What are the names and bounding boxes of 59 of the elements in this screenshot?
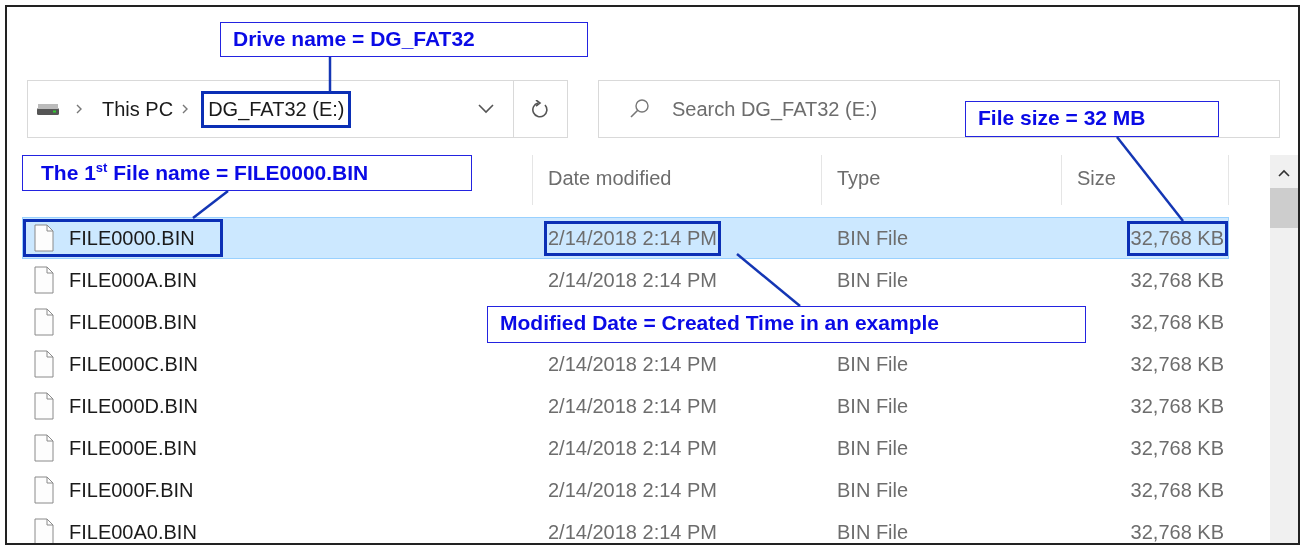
file-icon bbox=[34, 266, 54, 294]
size-text: 32,768 KB bbox=[1129, 477, 1225, 503]
size-text: 32,768 KB bbox=[1129, 267, 1225, 293]
size-text: 32,768 KB bbox=[1129, 435, 1225, 461]
file-name[interactable]: FILE000C.BIN bbox=[69, 352, 198, 376]
file-icon bbox=[34, 308, 54, 336]
file-name[interactable]: FILE000D.BIN bbox=[69, 394, 198, 418]
leader-line bbox=[192, 190, 229, 219]
annotation-callout: Modified Date = Created Time in an example bbox=[487, 306, 1086, 343]
date-text: 2/14/2018 2:14 PM bbox=[547, 267, 718, 293]
column-header[interactable]: Date modified bbox=[533, 155, 822, 205]
type-text: BIN File bbox=[836, 477, 910, 503]
date-text: 2/14/2018 2:14 PM bbox=[547, 435, 718, 461]
type-text: BIN File bbox=[836, 351, 910, 377]
chevron-right-icon bbox=[182, 104, 190, 114]
date-text: 2/14/2018 2:14 PM bbox=[544, 220, 721, 256]
size-text: 32,768 KB bbox=[1129, 351, 1225, 377]
scrollbar[interactable] bbox=[1270, 155, 1298, 543]
size-text: 32,768 KB bbox=[1126, 220, 1228, 256]
file-name[interactable]: FILE000F.BIN bbox=[69, 478, 194, 502]
file-name[interactable]: FILE000E.BIN bbox=[69, 436, 197, 460]
breadcrumb-item[interactable]: This PC bbox=[95, 90, 181, 128]
file-icon bbox=[34, 476, 54, 504]
search-icon bbox=[630, 99, 649, 118]
file-name[interactable]: FILE000A.BIN bbox=[69, 268, 197, 292]
file-icon bbox=[34, 350, 54, 378]
scroll-thumb[interactable] bbox=[1270, 188, 1298, 228]
size-text: 32,768 KB bbox=[1129, 519, 1225, 543]
breadcrumb-item[interactable]: DG_FAT32 (E:) bbox=[201, 90, 352, 128]
selected-row[interactable]: FILE0000.BIN 2/14/2018 2:14 PM BIN File 32,768 KB bbox=[22, 217, 1229, 259]
column-header[interactable]: Type bbox=[822, 155, 1062, 205]
type-text: BIN File bbox=[836, 393, 910, 419]
refresh-icon bbox=[531, 99, 550, 119]
leader-line bbox=[736, 253, 801, 307]
date-text: 2/14/2018 2:14 PM bbox=[547, 351, 718, 377]
size-text: 32,768 KB bbox=[1129, 393, 1225, 419]
drive-icon bbox=[36, 102, 60, 116]
file-name[interactable]: FILE000B.BIN bbox=[69, 310, 197, 334]
column-header[interactable]: Size bbox=[1062, 155, 1229, 205]
file-name[interactable]: FILE00A0.BIN bbox=[69, 520, 197, 543]
leader-line bbox=[328, 57, 332, 92]
annotation-callout: The 1$^{st}$ File name = FILE0000.BIN bbox=[22, 155, 472, 191]
address-bar[interactable]: This PC DG_FAT32 (E:) bbox=[27, 80, 568, 138]
size-text: 32,768 KB bbox=[1129, 309, 1225, 335]
annotation-callout: File size = 32 MB bbox=[965, 101, 1219, 137]
file-icon bbox=[34, 434, 54, 462]
scroll-up-icon bbox=[1278, 169, 1290, 178]
type-text: BIN File bbox=[836, 519, 910, 543]
type-text: BIN File bbox=[836, 267, 910, 293]
type-text: BIN File bbox=[836, 435, 910, 461]
chevron-right-icon bbox=[76, 104, 83, 114]
file-icon bbox=[34, 224, 54, 252]
date-text: 2/14/2018 2:14 PM bbox=[547, 393, 718, 419]
date-text: 2/14/2018 2:14 PM bbox=[547, 477, 718, 503]
date-text: 2/14/2018 2:14 PM bbox=[547, 519, 718, 543]
type-text: BIN File bbox=[836, 225, 910, 251]
chevron-down-icon bbox=[478, 104, 494, 114]
annotation-callout: Drive name = DG_FAT32 bbox=[220, 22, 588, 57]
file-icon bbox=[34, 392, 54, 420]
